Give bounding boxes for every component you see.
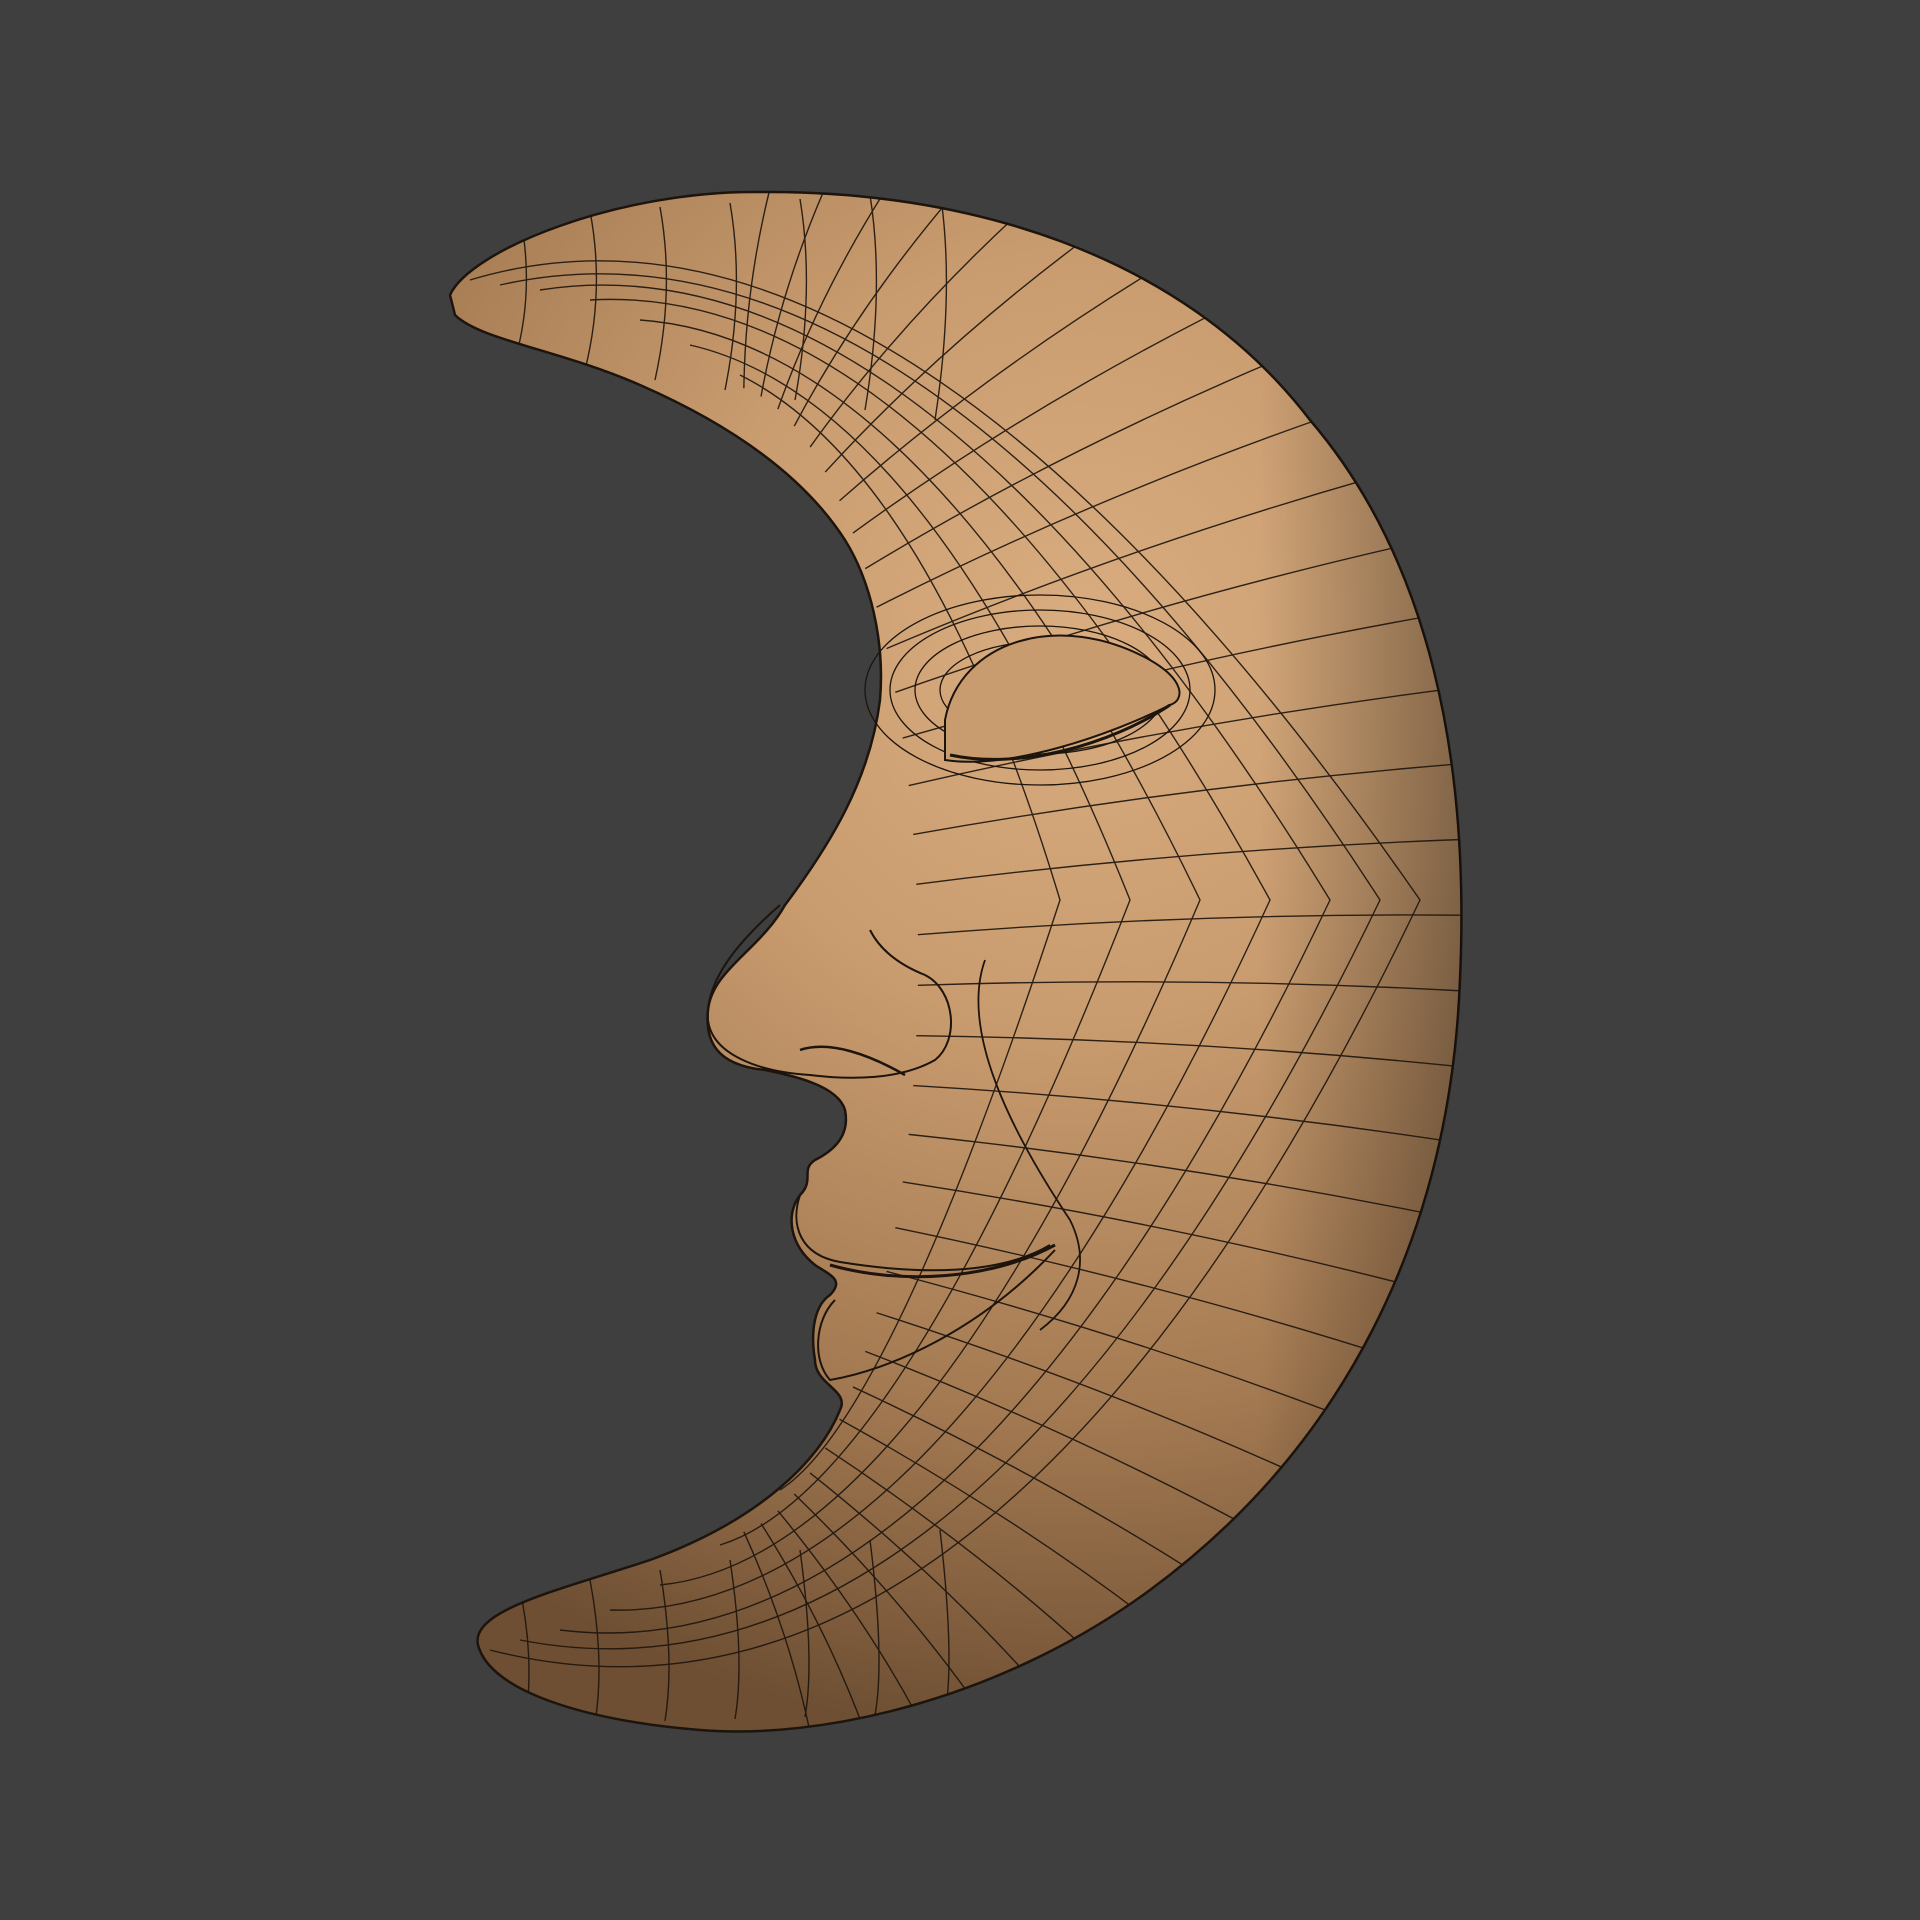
3d-viewport[interactable] — [0, 0, 1920, 1920]
moon-render — [448, 190, 1463, 1733]
